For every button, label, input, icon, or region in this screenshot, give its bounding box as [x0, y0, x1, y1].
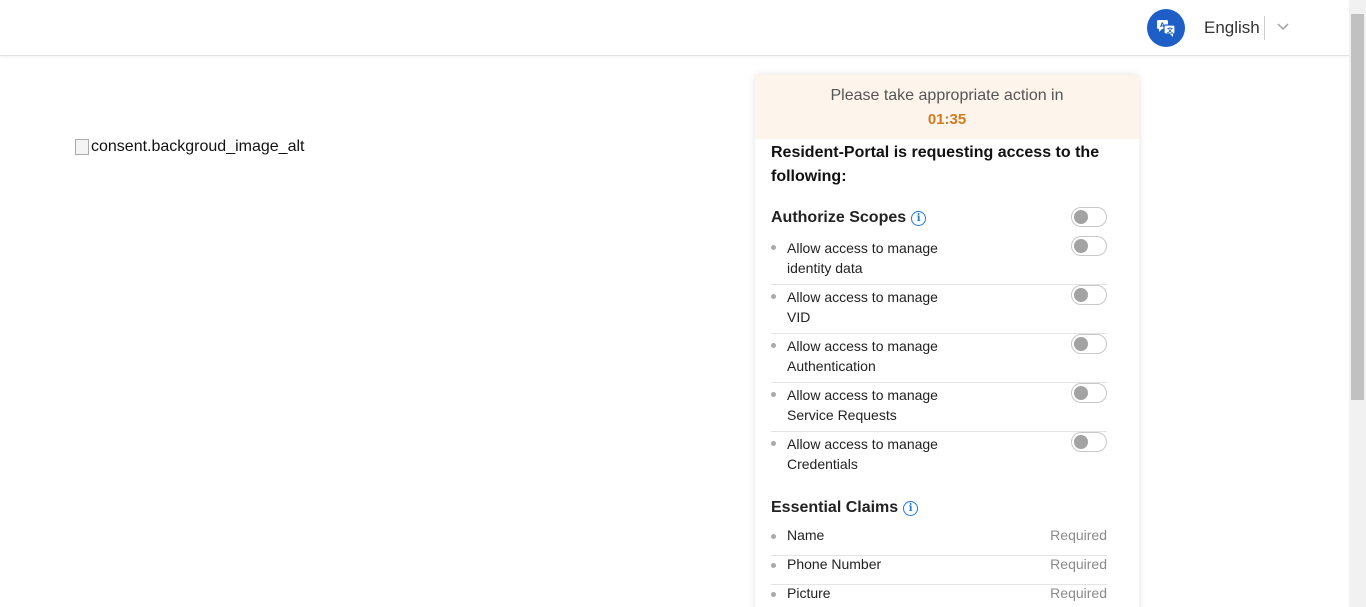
- background-image: consent.backgroud_image_alt: [75, 138, 304, 156]
- bullet: [771, 592, 776, 597]
- claim-label: Phone Number: [787, 556, 882, 572]
- scope-label-line1: Allow access to manage: [787, 240, 938, 256]
- claim-item: Picture Required: [771, 585, 1107, 607]
- claim-item: Phone Number Required: [771, 556, 1107, 585]
- claim-item: Name Required: [771, 527, 1107, 556]
- scope-label-line1: Allow access to manage: [787, 338, 938, 354]
- toggle-all-scopes[interactable]: [1071, 207, 1107, 227]
- scope-label-line2: Credentials: [787, 456, 858, 472]
- toggle-knob: [1074, 435, 1088, 449]
- bullet: [771, 245, 776, 250]
- scope-label: Allow access to manage Credentials: [787, 434, 967, 474]
- toggle-scope-identity-data[interactable]: [1071, 236, 1107, 256]
- bullet: [771, 343, 776, 348]
- scrollbar-thumb[interactable]: [1351, 14, 1364, 400]
- toggle-knob: [1074, 210, 1088, 224]
- scope-item: Allow access to manage identity data: [771, 236, 1107, 285]
- scope-item: Allow access to manage Authentication: [771, 334, 1107, 383]
- consent-card: Please take appropriate action in 01:35 …: [755, 75, 1139, 607]
- authorize-scopes-title: Authorize Scopes i: [771, 209, 927, 227]
- chevron-down-icon[interactable]: [1276, 20, 1290, 34]
- broken-image-icon: [75, 139, 89, 155]
- toggle-knob: [1074, 337, 1088, 351]
- toggle-knob: [1074, 288, 1088, 302]
- bullet: [771, 441, 776, 446]
- bullet: [771, 534, 776, 539]
- scope-label-line2: VID: [787, 309, 811, 325]
- scope-item: Allow access to manage Credentials: [771, 432, 1107, 481]
- authorize-scopes-label: Authorize Scopes: [771, 209, 907, 226]
- timer-message: Please take appropriate action in: [830, 87, 1064, 104]
- scope-label: Allow access to manage VID: [787, 287, 967, 327]
- translate-icon[interactable]: A 文: [1147, 9, 1185, 47]
- scope-label-line2: Authentication: [787, 358, 876, 374]
- toggle-scope-vid[interactable]: [1071, 285, 1107, 305]
- scope-label: Allow access to manage Authentication: [787, 336, 967, 376]
- info-icon[interactable]: i: [903, 500, 919, 516]
- scope-label-line1: Allow access to manage: [787, 289, 938, 305]
- essential-claims-title: Essential Claims i: [771, 499, 919, 517]
- top-header: A 文 English: [0, 0, 1349, 56]
- essential-claims-label: Essential Claims: [771, 499, 899, 516]
- request-title: Resident-Portal is requesting access to …: [771, 144, 1100, 185]
- language-divider: [1264, 16, 1265, 40]
- scope-label: Allow access to manage Service Requests: [787, 385, 967, 425]
- scope-item: Allow access to manage Service Requests: [771, 383, 1107, 432]
- scope-label-line1: Allow access to manage: [787, 387, 938, 403]
- claim-required-badge: Required: [1050, 527, 1107, 543]
- scope-label-line2: identity data: [787, 260, 863, 276]
- scope-label-line1: Allow access to manage: [787, 436, 938, 452]
- bullet: [771, 392, 776, 397]
- timer-banner: Please take appropriate action in 01:35: [755, 75, 1139, 139]
- bullet: [771, 294, 776, 299]
- claim-required-badge: Required: [1050, 556, 1107, 572]
- toggle-scope-credentials[interactable]: [1071, 432, 1107, 452]
- scope-label-line2: Service Requests: [787, 407, 897, 423]
- toggle-knob: [1074, 386, 1088, 400]
- claim-required-badge: Required: [1050, 585, 1107, 601]
- claim-label: Picture: [787, 585, 831, 601]
- svg-text:文: 文: [1166, 27, 1174, 35]
- toggle-scope-service-requests[interactable]: [1071, 383, 1107, 403]
- bullet: [771, 563, 776, 568]
- scope-label: Allow access to manage identity data: [787, 238, 967, 278]
- svg-text:A: A: [1160, 22, 1165, 29]
- toggle-knob: [1074, 239, 1088, 253]
- toggle-scope-authentication[interactable]: [1071, 334, 1107, 354]
- info-icon[interactable]: i: [911, 210, 927, 226]
- background-image-alt-text: consent.backgroud_image_alt: [91, 138, 305, 155]
- timer-countdown: 01:35: [927, 111, 967, 128]
- scope-item: Allow access to manage VID: [771, 285, 1107, 334]
- language-select-value[interactable]: English: [1204, 18, 1260, 38]
- claim-label: Name: [787, 527, 825, 543]
